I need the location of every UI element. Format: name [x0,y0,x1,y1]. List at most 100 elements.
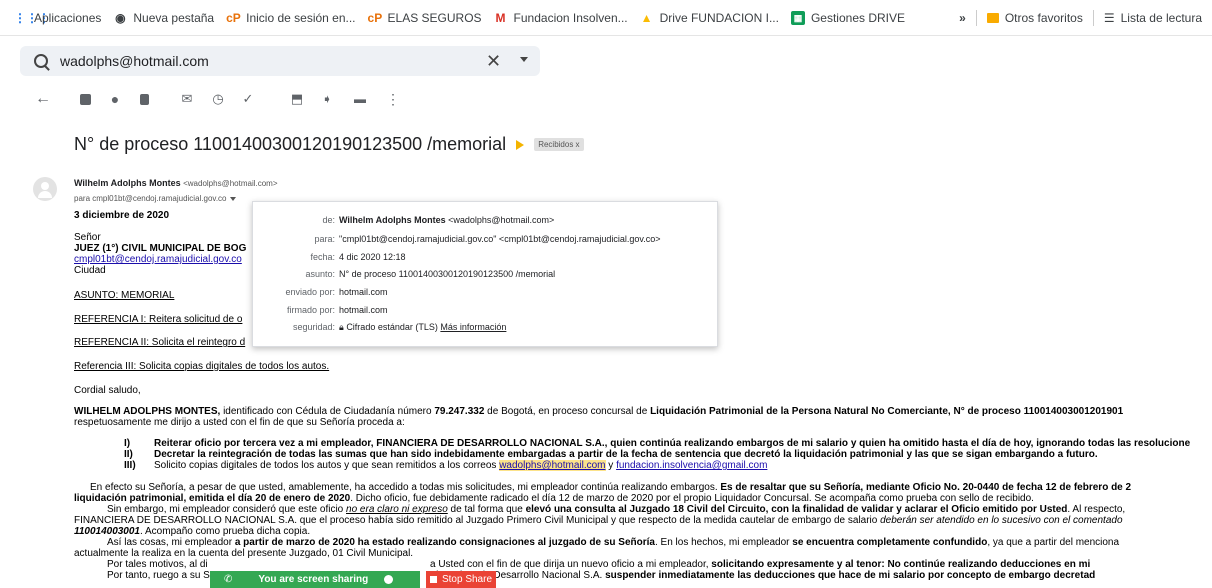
reference-1: REFERENCIA I: Reitera solicitud de o [74,314,243,325]
text: . En los hechos, mi empleador [654,537,793,548]
more-info-link[interactable]: Más información [440,322,506,332]
text: . Dicho oficio, fue debidamente radicado… [350,493,1034,504]
security-text: Cifrado estándar (TLS) [346,322,438,332]
text: Por tales motivos, al di [107,559,208,570]
search-options-icon[interactable] [520,57,528,62]
asunto: ASUNTO: MEMORIAL [74,290,175,301]
importance-marker-icon[interactable] [516,139,525,150]
text: . Al respecto, [1067,504,1126,515]
salutation-title: Señor [74,232,101,243]
email-link[interactable]: wadolphs@hotmail.com [499,460,606,471]
sheets-icon: ▦ [790,10,805,25]
text: En efecto su Señoría, a pesar de que ust… [90,482,721,493]
delete-icon[interactable] [140,94,149,105]
clear-search-icon[interactable]: ✕ [486,51,501,72]
report-spam-icon[interactable]: ● [108,92,122,106]
list-number: III) [124,460,136,471]
paragraph-1-line-2: respetuosamente me dirijo a usted con el… [74,417,405,428]
divider [1092,10,1094,26]
bookmarks-bar: ⋮⋮⋮ Aplicaciones ◉ Nueva pestaña cP Inicio … [0,0,1212,36]
text: Es de resaltar que su Señoría, mediante … [720,482,1132,493]
detail-mailed-by: enviado por: hotmail.com [253,287,719,301]
text: de Bogotá, en proceso concursal de [484,406,651,417]
list-item: Reiterar oficio por tercera vez a mi emp… [154,438,1191,449]
detail-key: para: [314,234,335,244]
text: de tal forma que [447,504,526,515]
process-info: Liquidación Patrimonial de la Persona Na… [650,406,1124,417]
list-item: Solicito copias digitales de todos los a… [154,460,767,471]
add-task-icon[interactable]: ✓ [241,92,255,106]
cp-logo-icon: cP [367,10,383,25]
detail-value: 4 dic 2020 12:18 [339,252,406,262]
screen-sharing-banner: ✆ You are screen sharing [210,571,420,588]
snooze-icon[interactable]: ◷ [211,92,225,106]
paragraph-6-line-1b: Financiera de Desarrollo Nacional S.A. s… [430,570,1095,581]
sender-line: Wilhelm Adolphs Montes <wadolphs@hotmail… [74,178,278,188]
bookmark-inicio-sesion[interactable]: cP Inicio de sesión en... [226,11,355,25]
inbox-label[interactable]: Recibidos x [534,138,584,151]
label-icon[interactable]: ➧ [320,92,334,106]
bookmark-label: Aplicaciones [34,10,102,25]
bookmark-label: Inicio de sesión en... [246,10,356,25]
mark-unread-icon[interactable]: ✉ [180,92,194,106]
briefcase-icon[interactable]: ▬ [353,92,367,106]
list-number: I) [124,438,131,449]
email-link[interactable]: fundacion.insolvencia@gmail.com [616,460,767,471]
bookmark-label: Drive FUNDACION I... [659,10,779,25]
more-options-icon[interactable]: ⋮ [386,92,400,106]
search-icon[interactable] [34,54,48,68]
text: 110014003001 [74,526,140,537]
text: FINANCIERA DE DESARROLLO NACIONAL S.A. q… [74,515,881,526]
bookmark-label: Fundacion Insolven... [513,10,628,25]
paragraph-1-line-1: WILHELM ADOLPHS MONTES, identificado con… [74,406,1123,417]
stop-icon [429,576,437,583]
show-details-icon[interactable] [229,196,236,201]
bookmark-elas-seguros[interactable]: cP ELAS SEGUROS [368,11,482,25]
back-arrow-icon[interactable]: ← [35,91,51,107]
page-title: N° de proceso 110014003001201901235​00 /… [74,134,507,154]
text: liquidación patrimonial, emitida el día … [74,493,351,504]
search-input[interactable] [60,53,440,69]
text: a partir de marzo de 2020 ha estado real… [234,537,655,548]
text: a Usted con el fin de que dirija un nuev… [430,559,712,570]
detail-value: hotmail.com [339,305,388,315]
bookmark-apps[interactable]: ⋮⋮⋮ Aplicaciones [14,11,101,25]
move-to-icon[interactable]: ⬒ [290,92,304,106]
stop-share-button[interactable]: Stop Share [426,571,496,588]
paragraph-5-line-1b: a Usted con el fin de que dirija un nuev… [430,559,1090,570]
paragraph-4-line-2: actualmente la realiza en la cuenta del … [74,548,414,559]
other-bookmarks[interactable]: Otros favoritos [1005,11,1083,25]
bookmark-drive-fundacion[interactable]: ▲ Drive FUNDACION I... [640,11,779,25]
more-bookmarks-button[interactable]: » [959,11,966,25]
list-number: II) [124,449,133,460]
text: Solicito copias digitales de todos los a… [154,460,500,471]
paragraph-2-line-2: liquidación patrimonial, emitida el día … [74,493,1034,504]
court-email-link[interactable]: cmpl01bt@cendoj.ramajudicial.gov.co [74,254,242,265]
paragraph-2-line-1: En efecto su Señoría, a pesar de que ust… [90,482,1131,493]
paragraph-3-line-3: 110014003001. Acompaño como prueba dicha… [74,526,310,537]
mail-subject: N° de proceso 110014003001201901235​00 /… [74,134,584,155]
message-details-popup: de: Wilhelm Adolphs Montes <wadolphs@hotm… [252,201,718,347]
cp-logo-icon: cP [226,10,241,25]
screen-sharing-text: You are screen sharing [258,574,369,585]
chrome-icon: ◉ [115,10,126,25]
recipient-line: para cmpl01bt@cendoj.ramajudicial.gov.co [74,194,236,203]
bookmark-label: ELAS SEGUROS [387,10,482,25]
detail-key: de: [322,215,335,225]
bookmark-gestiones-drive[interactable]: ▦ Gestiones DRIVE [790,10,905,25]
paragraph-3-line-1: Sin embargo, mi empleador consideró que … [107,504,1125,515]
reading-list-icon: ☰ [1103,11,1115,25]
stop-share-label: Stop Share [441,574,493,585]
text: deberán ser atendido en lo sucesivo con … [880,515,1123,526]
detail-subject: asunto: N° de proceso 1100140030012019012… [253,269,719,283]
text: y [605,460,617,471]
detail-to: para: "cmpl01bt@cendoj.ramajudicial.gov.c… [253,234,719,248]
detail-value: N° de proceso 11001400300120190123500 /m… [339,269,556,279]
bookmark-fundacion[interactable]: M Fundacion Insolven... [494,11,628,25]
bookmark-new-tab[interactable]: ◉ Nueva pestaña [113,11,214,25]
archive-icon[interactable] [80,94,91,105]
sender-name: Wilhelm Adolphs Montes [74,178,181,188]
text: Sin embargo, mi empleador consideró que … [107,504,347,515]
reading-list[interactable]: Lista de lectura [1121,11,1202,25]
text: identificado con Cédula de Ciudadanía nú… [220,406,435,417]
